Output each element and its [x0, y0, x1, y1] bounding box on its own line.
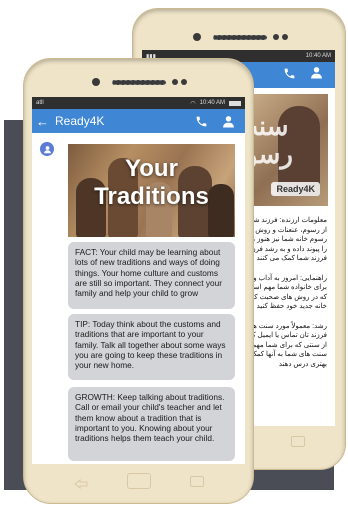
sender-avatar — [40, 142, 54, 156]
back-phone-top-bezel — [193, 33, 288, 41]
front-app-bar: ← Ready4K — [32, 109, 245, 133]
recent-apps-icon[interactable] — [291, 435, 305, 447]
speaker-grille — [213, 34, 267, 40]
hero-title-line2: Traditions — [94, 183, 209, 210]
status-time: 10:40 AM — [199, 100, 225, 106]
camera-icon — [193, 33, 201, 41]
sensor-icon — [282, 34, 288, 40]
front-nav-keys — [54, 473, 224, 490]
speaker-grille — [112, 79, 166, 85]
message-fact: FACT: Your child may be learning about l… — [68, 242, 235, 309]
app-title: Ready4K — [55, 114, 105, 128]
signal-label: atll — [36, 100, 44, 106]
back-key-icon[interactable] — [73, 476, 88, 490]
sensor-icon — [172, 79, 178, 85]
front-status-bar: atll ◠ 10:40 AM — [32, 97, 245, 109]
avatar-person-icon — [43, 145, 51, 153]
front-phone-screen: atll ◠ 10:40 AM ← Ready4K Your Tradition… — [32, 97, 245, 464]
front-phone-top-bezel — [92, 78, 187, 86]
back-arrow-icon[interactable]: ← — [36, 114, 49, 129]
home-button[interactable] — [126, 473, 151, 489]
front-phone: atll ◠ 10:40 AM ← Ready4K Your Tradition… — [23, 58, 254, 504]
status-time: 10:40 AM — [305, 53, 331, 59]
wifi-icon: ◠ — [190, 100, 196, 107]
brand-badge: Ready4K — [271, 182, 320, 196]
person-icon[interactable] — [222, 115, 235, 128]
phone-icon[interactable] — [195, 115, 208, 128]
person-icon[interactable] — [310, 66, 323, 84]
battery-icon — [229, 100, 241, 106]
message-growth: GROWTH: Keep talking about traditions. C… — [68, 387, 235, 461]
hero-title-line1: Your — [125, 155, 178, 182]
sensor-icon — [181, 79, 187, 85]
sensor-icon — [273, 34, 279, 40]
front-hero-image: Your Traditions — [68, 144, 235, 237]
recent-apps-icon[interactable] — [190, 475, 205, 487]
message-tip: TIP: Today think about the customs and t… — [68, 314, 235, 380]
camera-icon — [92, 78, 100, 86]
phone-icon[interactable] — [283, 67, 296, 83]
chat-thread[interactable]: Your Traditions FACT: Your child may be … — [32, 133, 245, 464]
